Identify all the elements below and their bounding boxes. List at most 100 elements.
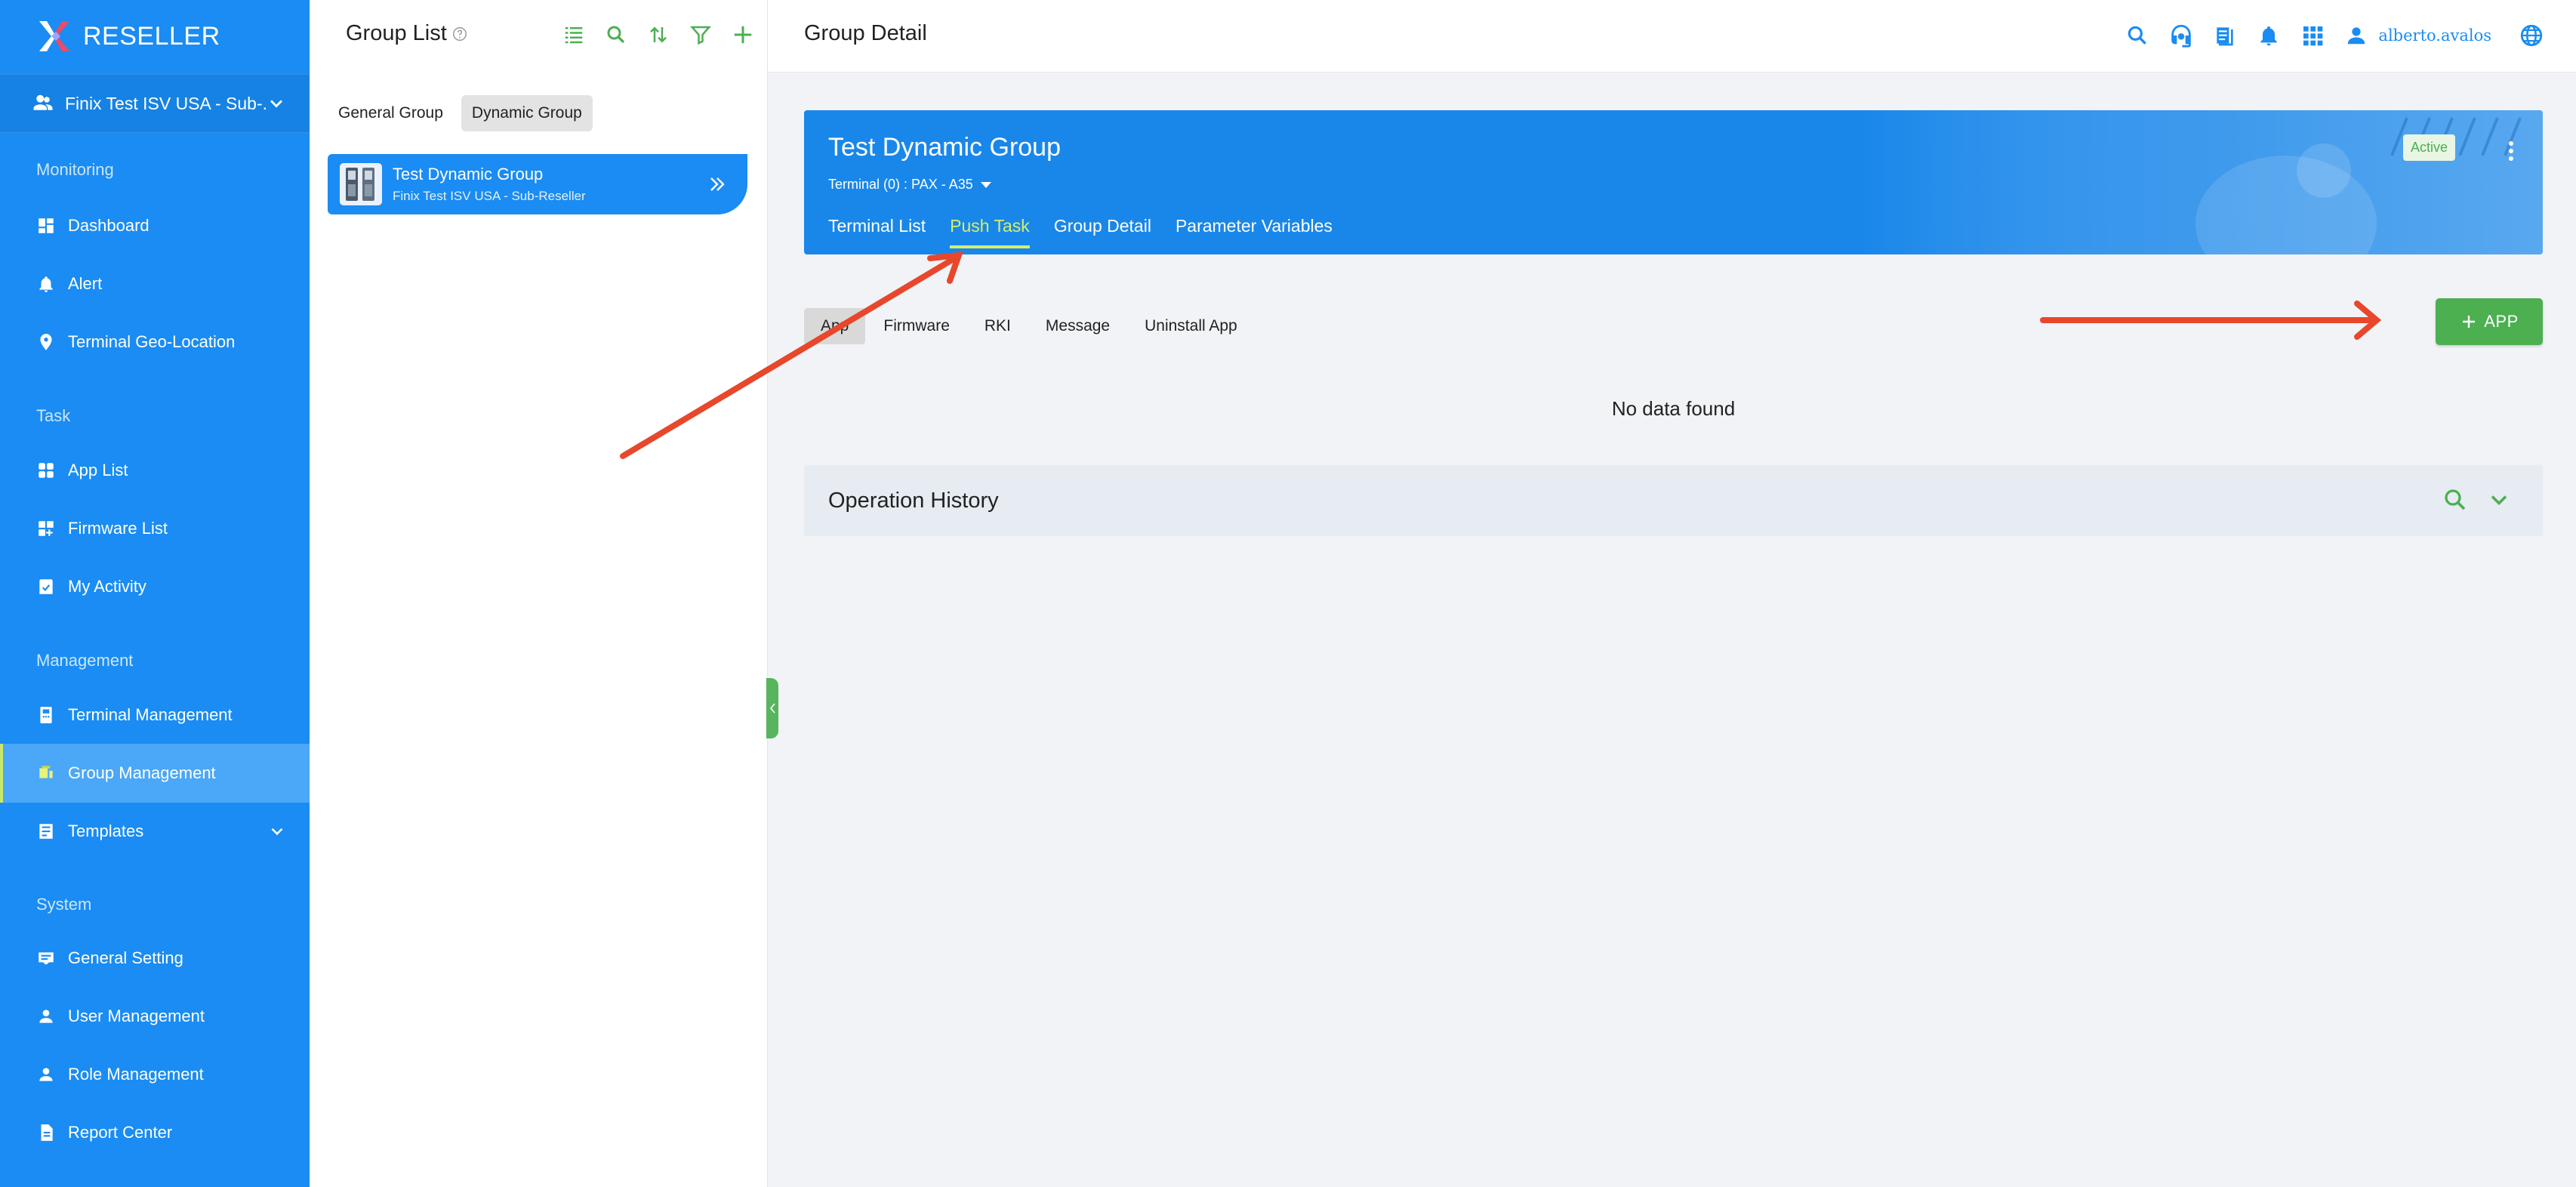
sidebar-item-label: Report Center xyxy=(68,1123,173,1142)
add-app-button[interactable]: APP xyxy=(2436,298,2543,345)
tab-parameter-variables[interactable]: Parameter Variables xyxy=(1176,216,1333,248)
sidebar-item-label: App List xyxy=(68,461,128,479)
firmware-icon xyxy=(39,521,54,536)
sidebar-item-label: Dashboard xyxy=(68,216,149,235)
bell-icon xyxy=(2260,26,2278,46)
status-badge: Active xyxy=(2402,134,2455,161)
terminal-model-selector[interactable]: Terminal (0) : PAX - A35 xyxy=(828,177,991,193)
role-icon xyxy=(39,1068,53,1081)
terminal-info: Terminal (0) : PAX - A35 xyxy=(828,177,973,192)
group-list-title: Group List xyxy=(346,21,447,45)
group-item-text: Test Dynamic Group Finix Test ISV USA - … xyxy=(393,165,586,204)
push-task-tabs: App Firmware RKI Message Uninstall App xyxy=(804,308,1256,344)
group-type-tabs: General Group Dynamic Group xyxy=(328,95,600,131)
sidebar-item-alert[interactable]: Alert xyxy=(0,254,310,313)
top-icons: alberto.avalos xyxy=(2108,21,2546,50)
sidebar-item-user-management[interactable]: User Management xyxy=(0,987,310,1046)
tab-dynamic-group[interactable]: Dynamic Group xyxy=(461,95,593,131)
add-app-label: APP xyxy=(2484,312,2519,331)
tab-message[interactable]: Message xyxy=(1029,308,1126,344)
username[interactable]: alberto.avalos xyxy=(2378,26,2491,45)
chevron-left-icon xyxy=(769,703,775,714)
section-management: Management xyxy=(36,651,134,670)
panel-collapse-handle[interactable] xyxy=(766,678,778,738)
search-icon[interactable] xyxy=(2442,486,2469,513)
notifications-button[interactable] xyxy=(2254,21,2283,50)
sidebar-item-terminal-management[interactable]: Terminal Management xyxy=(0,686,310,745)
group-list-header: Group List xyxy=(346,21,468,46)
add-group-button[interactable] xyxy=(729,21,756,48)
sidebar-item-my-activity[interactable]: My Activity xyxy=(0,557,310,616)
tab-uninstall-app[interactable]: Uninstall App xyxy=(1128,308,1254,344)
sort-icon xyxy=(650,26,667,43)
group-title: Test Dynamic Group xyxy=(828,133,1061,162)
help-icon[interactable] xyxy=(451,26,468,42)
sidebar-item-group-management[interactable]: Group Management xyxy=(0,744,310,803)
tab-app[interactable]: App xyxy=(804,308,866,344)
sidebar-item-label: General Setting xyxy=(68,948,183,967)
brand-logo xyxy=(39,21,69,51)
group-list-toolbar xyxy=(545,21,756,48)
sidebar-item-app-list[interactable]: App List xyxy=(0,441,310,500)
tab-general-group[interactable]: General Group xyxy=(328,95,454,131)
tab-group-detail[interactable]: Group Detail xyxy=(1054,216,1151,248)
sidebar-item-geo-location[interactable]: Terminal Geo-Location xyxy=(0,313,310,372)
operation-history-actions xyxy=(2425,486,2513,513)
section-monitoring: Monitoring xyxy=(36,160,114,179)
list-view-button[interactable] xyxy=(560,21,587,48)
brand[interactable]: RESELLER xyxy=(36,18,220,54)
people-icon xyxy=(33,94,53,110)
plus-icon xyxy=(734,26,752,44)
alert-icon xyxy=(39,276,53,292)
apps-icon xyxy=(39,463,54,478)
sidebar-item-report-center[interactable]: Report Center xyxy=(0,1103,310,1162)
more-vertical-icon[interactable] xyxy=(2502,137,2520,165)
section-system: System xyxy=(36,895,92,914)
search-button[interactable] xyxy=(602,21,630,48)
sidebar-item-label: Templates xyxy=(68,822,144,840)
list-icon xyxy=(565,27,583,44)
tab-rki[interactable]: RKI xyxy=(968,308,1028,344)
user-menu-button[interactable] xyxy=(2342,21,2371,50)
tab-push-task[interactable]: Push Task xyxy=(950,216,1030,248)
page-title: Group Detail xyxy=(804,21,927,45)
operation-history-panel[interactable]: Operation History xyxy=(804,465,2543,536)
sidebar-item-general-setting[interactable]: General Setting xyxy=(0,929,310,988)
list-item[interactable]: Test Dynamic Group Finix Test ISV USA - … xyxy=(328,154,747,214)
sidebar-item-label: Alert xyxy=(68,274,103,293)
sort-button[interactable] xyxy=(645,21,672,48)
sidebar-item-role-management[interactable]: Role Management xyxy=(0,1045,310,1104)
filter-button[interactable] xyxy=(687,21,714,48)
globe-icon xyxy=(2520,24,2543,47)
sidebar-item-label: Terminal Geo-Location xyxy=(68,332,236,351)
language-button[interactable] xyxy=(2517,21,2546,50)
app-launcher-button[interactable] xyxy=(2298,21,2327,50)
banner-background-art xyxy=(1863,110,2543,254)
chevron-down-icon xyxy=(270,100,282,108)
plus-icon xyxy=(2463,316,2476,328)
double-chevron-right-icon[interactable] xyxy=(705,172,729,196)
sidebar-item-label: Terminal Management xyxy=(68,705,233,724)
support-button[interactable] xyxy=(2167,21,2195,50)
sidebar-item-dashboard[interactable]: Dashboard xyxy=(0,196,310,255)
group-detail-banner: Test Dynamic Group Terminal (0) : PAX - … xyxy=(804,110,2543,254)
org-selector[interactable]: Finix Test ISV USA - Sub-... xyxy=(0,74,310,133)
user-icon xyxy=(39,1010,53,1023)
tab-firmware[interactable]: Firmware xyxy=(867,308,966,344)
operation-history-title: Operation History xyxy=(828,488,999,513)
sidebar-item-firmware-list[interactable]: Firmware List xyxy=(0,499,310,558)
tab-terminal-list[interactable]: Terminal List xyxy=(828,216,926,248)
group-thumbnail xyxy=(340,163,382,205)
sidebar: RESELLER Finix Test ISV USA - Sub-... Mo… xyxy=(0,0,310,1187)
dashboard-icon xyxy=(39,218,54,233)
global-search-button[interactable] xyxy=(2123,21,2152,50)
chevron-down-icon xyxy=(271,828,283,836)
grid-icon xyxy=(2303,26,2323,46)
terminal-icon xyxy=(40,707,52,723)
sidebar-item-templates[interactable]: Templates xyxy=(0,802,310,861)
headset-icon xyxy=(2171,24,2192,48)
docs-button[interactable] xyxy=(2211,21,2239,50)
chevron-down-icon[interactable] xyxy=(2485,486,2513,513)
filter-icon xyxy=(689,26,712,45)
org-name: Finix Test ISV USA - Sub-... xyxy=(65,93,266,113)
